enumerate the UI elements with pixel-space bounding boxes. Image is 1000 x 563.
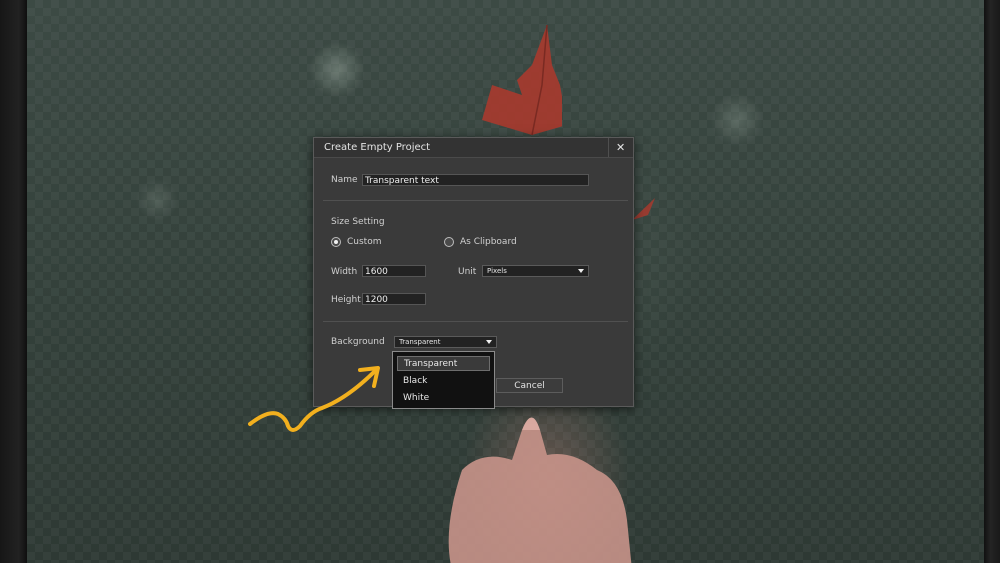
unit-select-value: Pixels: [487, 267, 507, 275]
background-label: Background: [331, 337, 385, 347]
background-select-value: Transparent: [399, 338, 441, 346]
background-dropdown-menu: Transparent Black White: [392, 351, 495, 409]
width-label: Width: [331, 267, 358, 277]
divider-top: [323, 200, 628, 201]
menu-item-black[interactable]: Black: [397, 374, 490, 389]
divider-bottom: [323, 321, 628, 322]
menu-item-white[interactable]: White: [397, 391, 490, 406]
dialog-titlebar: Create Empty Project ✕: [314, 138, 633, 158]
chevron-down-icon[interactable]: [486, 340, 492, 344]
height-input[interactable]: 1200: [362, 293, 426, 305]
as-clipboard-radio-label[interactable]: As Clipboard: [460, 237, 517, 247]
name-label: Name: [331, 175, 358, 185]
as-clipboard-radio[interactable]: [444, 237, 454, 247]
unit-select[interactable]: Pixels: [482, 265, 589, 277]
width-input[interactable]: 1600: [362, 265, 426, 277]
name-input[interactable]: Transparent text: [362, 174, 589, 186]
chevron-down-icon[interactable]: [578, 269, 584, 273]
dialog-title: Create Empty Project: [324, 142, 431, 153]
close-icon[interactable]: ✕: [616, 142, 625, 153]
menu-item-transparent[interactable]: Transparent: [397, 356, 490, 371]
unit-label: Unit: [458, 267, 477, 277]
custom-radio[interactable]: [331, 237, 341, 247]
annotation-arrow-icon: [248, 366, 380, 432]
close-button[interactable]: ✕: [608, 138, 633, 157]
cancel-button[interactable]: Cancel: [496, 378, 563, 393]
background-select[interactable]: Transparent: [394, 336, 497, 348]
custom-radio-label[interactable]: Custom: [347, 237, 381, 247]
height-label: Height: [331, 295, 361, 305]
size-setting-label: Size Setting: [331, 217, 385, 227]
